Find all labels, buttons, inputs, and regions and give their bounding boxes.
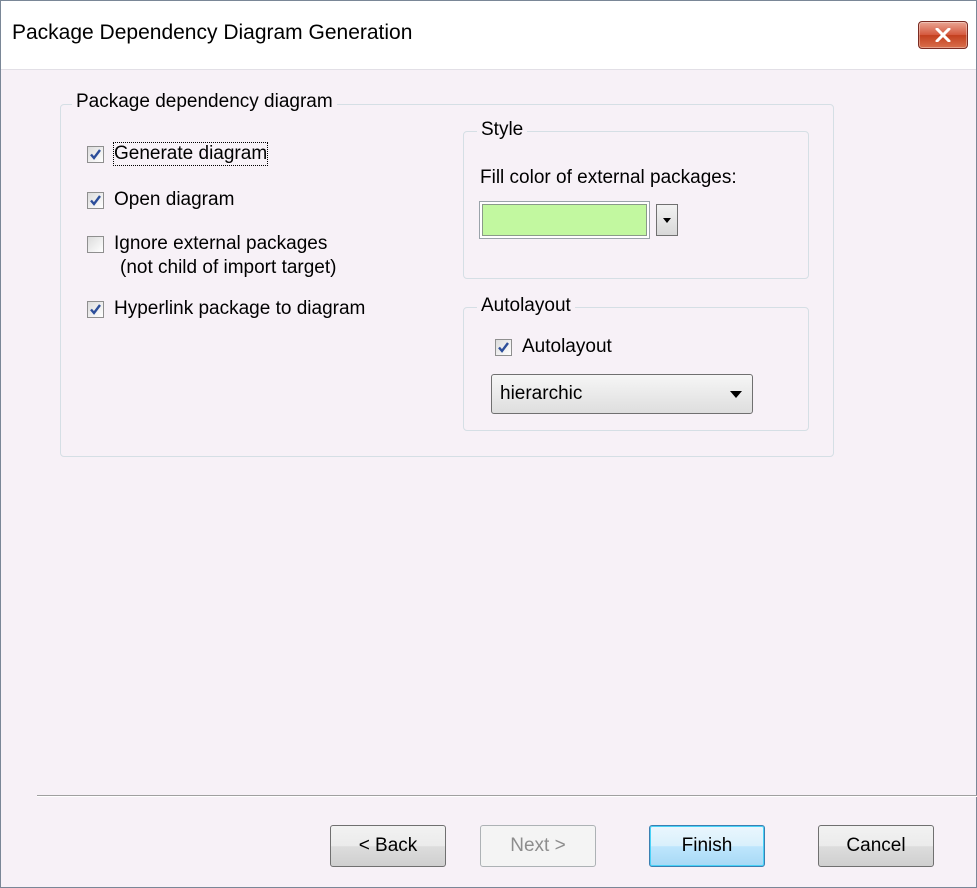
open-diagram-checkbox[interactable]	[87, 192, 104, 209]
ignore-external-packages-label[interactable]: Ignore external packages	[114, 233, 327, 255]
ignore-external-packages-sublabel: (not child of import target)	[120, 257, 337, 278]
fill-color-swatch[interactable]	[482, 204, 647, 236]
autolayout-legend: Autolayout	[477, 295, 575, 317]
chevron-down-icon	[730, 391, 742, 398]
chevron-down-icon	[663, 218, 671, 223]
style-legend: Style	[477, 119, 528, 141]
autolayout-label[interactable]: Autolayout	[522, 336, 612, 358]
footer-separator	[37, 795, 977, 797]
close-icon	[935, 28, 951, 42]
checkmark-icon	[498, 342, 509, 353]
checkmark-icon	[90, 149, 101, 160]
fill-color-label: Fill color of external packages:	[480, 167, 737, 188]
hyperlink-package-label[interactable]: Hyperlink package to diagram	[114, 298, 365, 320]
checkmark-icon	[90, 304, 101, 315]
back-button[interactable]: < Back	[330, 825, 446, 867]
generate-diagram-label[interactable]: Generate diagram	[112, 142, 269, 166]
cancel-button[interactable]: Cancel	[818, 825, 934, 867]
dialog-window: Package Dependency Diagram Generation Pa…	[0, 0, 977, 888]
hyperlink-package-checkbox[interactable]	[87, 301, 104, 318]
title-bar: Package Dependency Diagram Generation	[1, 1, 976, 70]
next-button[interactable]: Next >	[480, 825, 596, 867]
open-diagram-label[interactable]: Open diagram	[114, 189, 234, 211]
fill-color-dropdown-button[interactable]	[656, 204, 678, 236]
package-dependency-legend: Package dependency diagram	[72, 91, 337, 113]
layout-algorithm-select[interactable]: hierarchic	[491, 374, 753, 414]
layout-algorithm-value: hierarchic	[500, 383, 583, 404]
close-button[interactable]	[918, 21, 968, 49]
generate-diagram-checkbox[interactable]	[87, 146, 104, 163]
ignore-external-packages-checkbox[interactable]	[87, 236, 104, 253]
finish-button[interactable]: Finish	[649, 825, 765, 867]
autolayout-checkbox[interactable]	[495, 339, 512, 356]
window-title: Package Dependency Diagram Generation	[12, 21, 413, 44]
checkmark-icon	[90, 195, 101, 206]
fill-color-picker[interactable]	[478, 201, 693, 241]
